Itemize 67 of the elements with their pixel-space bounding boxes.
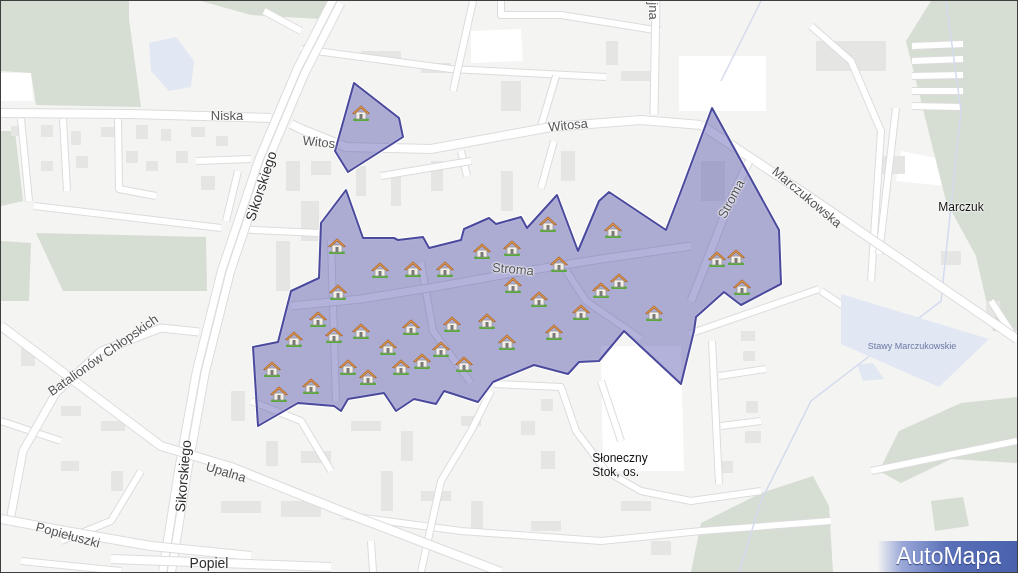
yard-area: [1, 73, 33, 101]
house-icon[interactable]: [270, 386, 288, 402]
house-icon[interactable]: [645, 305, 663, 321]
building: [421, 491, 451, 501]
street-label: Witos: [302, 133, 336, 151]
house-icon[interactable]: [478, 313, 496, 329]
building: [276, 241, 290, 291]
yard-area: [471, 29, 523, 63]
building: [621, 71, 651, 81]
house-icon[interactable]: [503, 240, 521, 256]
house-icon[interactable]: [413, 353, 431, 369]
house-icon[interactable]: [371, 262, 389, 278]
house-icon[interactable]: [539, 216, 557, 232]
building: [531, 521, 561, 531]
house-icon[interactable]: [592, 282, 610, 298]
building: [101, 421, 125, 431]
house-icon[interactable]: [498, 334, 516, 350]
house-icon[interactable]: [572, 304, 590, 320]
house-icon[interactable]: [436, 261, 454, 277]
street-label: Popiel: [189, 556, 229, 570]
water-label: Stawy Marczukowskie: [867, 341, 957, 351]
house-icon[interactable]: [404, 261, 422, 277]
house-icon[interactable]: [325, 327, 343, 343]
house-icon[interactable]: [610, 273, 628, 289]
house-icon[interactable]: [285, 331, 303, 347]
house-icon[interactable]: [504, 277, 522, 293]
building: [356, 166, 366, 196]
house-icon[interactable]: [604, 222, 622, 238]
street-label: Stroma: [491, 260, 535, 278]
house-icon[interactable]: [443, 316, 461, 332]
vegetation-area: [1, 241, 31, 301]
building: [461, 416, 481, 426]
house-icon[interactable]: [379, 339, 397, 355]
street-label: Upalna: [204, 459, 248, 485]
building: [361, 51, 401, 61]
house-icon[interactable]: [352, 105, 370, 121]
building: [941, 251, 961, 265]
house-icon[interactable]: [455, 356, 473, 372]
building: [101, 127, 115, 137]
house-icon[interactable]: [473, 243, 491, 259]
place-label: Marczuk: [938, 199, 984, 215]
house-icon[interactable]: [530, 291, 548, 307]
street-label: jna: [646, 2, 660, 20]
house-icon[interactable]: [309, 311, 327, 327]
vegetation-area: [931, 497, 969, 531]
house-icon[interactable]: [733, 279, 751, 295]
street-label: Witosa: [547, 116, 589, 134]
house-icon[interactable]: [339, 359, 357, 375]
house-icon[interactable]: [545, 324, 563, 340]
building: [651, 541, 671, 555]
building: [471, 501, 483, 531]
house-icon[interactable]: [352, 323, 370, 339]
house-icon[interactable]: [550, 256, 568, 272]
house-icon[interactable]: [359, 369, 377, 385]
house-icon[interactable]: [263, 361, 281, 377]
street-label: Sikorskiego: [172, 439, 194, 513]
house-icon[interactable]: [392, 359, 410, 375]
house-icon[interactable]: [329, 284, 347, 300]
house-icon[interactable]: [402, 319, 420, 335]
place-label: Słoneczny Stok, os.: [592, 450, 648, 480]
house-icon[interactable]: [302, 378, 320, 394]
house-icon[interactable]: [432, 341, 450, 357]
map-logo: AutoMapa: [877, 541, 1017, 572]
house-icon[interactable]: [708, 251, 726, 267]
house-icon[interactable]: [727, 249, 745, 265]
street-label: Niska: [210, 108, 244, 122]
house-icon[interactable]: [328, 238, 346, 254]
